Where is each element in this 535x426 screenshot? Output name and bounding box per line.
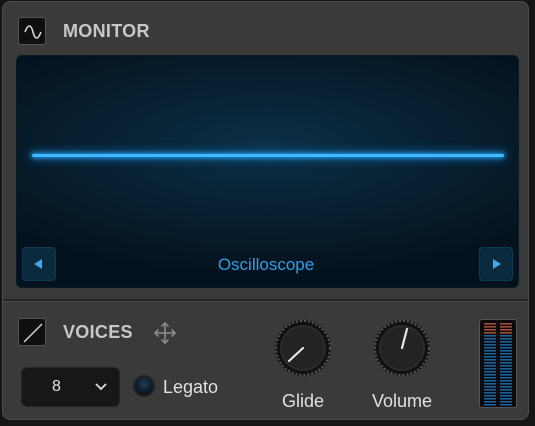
oscilloscope-display: Oscilloscope	[16, 55, 519, 288]
voices-title: VOICES	[63, 322, 133, 342]
meter-segment	[500, 377, 512, 379]
meter-segment	[500, 389, 512, 391]
meter-segment	[484, 341, 496, 343]
meter-segment	[500, 353, 512, 355]
meter-segment	[500, 341, 512, 343]
meter-segment	[500, 326, 512, 328]
meter-segment	[484, 374, 496, 376]
move-arrows-icon[interactable]	[149, 317, 181, 349]
meter-segment	[500, 356, 512, 358]
meter-segment	[500, 374, 512, 376]
meter-segment	[484, 392, 496, 394]
meter-segment	[484, 344, 496, 346]
waveform-trace	[32, 154, 504, 157]
meter-segment	[500, 392, 512, 394]
meter-segment	[484, 326, 496, 328]
legato-label: Legato	[163, 377, 219, 397]
volume-label: Volume	[371, 391, 433, 411]
meter-segment	[484, 386, 496, 388]
glide-label: Glide	[281, 391, 325, 411]
legato-toggle[interactable]	[135, 377, 153, 395]
meter-segment	[484, 356, 496, 358]
meter-segment	[500, 338, 512, 340]
volume-knob[interactable]	[372, 318, 432, 378]
display-mode-label[interactable]: Oscilloscope	[166, 255, 366, 275]
meter-segment	[500, 395, 512, 397]
meter-segment	[484, 323, 496, 325]
meter-segment	[484, 332, 496, 334]
chevron-down-icon	[95, 383, 107, 391]
meter-segment	[484, 359, 496, 361]
meter-segment	[484, 368, 496, 370]
meter-segment	[500, 380, 512, 382]
meter-segment	[500, 401, 512, 403]
meter-segment	[500, 323, 512, 325]
meter-segment	[484, 401, 496, 403]
display-next-button[interactable]	[479, 247, 513, 281]
section-divider	[3, 299, 528, 302]
meter-segment	[500, 371, 512, 373]
meter-segment	[484, 362, 496, 364]
meter-segment	[484, 353, 496, 355]
meter-segment	[484, 389, 496, 391]
diagonal-line-icon[interactable]	[18, 318, 46, 346]
meter-segment	[484, 404, 496, 406]
meter-segment	[484, 395, 496, 397]
meter-segment	[500, 386, 512, 388]
meter-segment	[500, 383, 512, 385]
voices-count-value: 8	[52, 378, 61, 395]
meter-segment	[484, 383, 496, 385]
synth-panel: MONITOR Oscilloscope VOICES 8 Legato Gli…	[2, 1, 529, 420]
glide-knob[interactable]	[273, 318, 333, 378]
meter-segment	[484, 380, 496, 382]
meter-segment	[484, 398, 496, 400]
meter-segment	[500, 335, 512, 337]
output-level-meter	[479, 319, 517, 408]
sine-wave-icon[interactable]	[18, 17, 46, 45]
meter-segment	[500, 404, 512, 406]
meter-segment	[484, 347, 496, 349]
meter-segment	[500, 350, 512, 352]
meter-segment	[484, 377, 496, 379]
triangle-right-icon	[493, 259, 501, 269]
meter-segment	[484, 365, 496, 367]
meter-segment	[484, 329, 496, 331]
meter-segment	[500, 332, 512, 334]
monitor-title: MONITOR	[63, 21, 150, 41]
meter-segment	[500, 347, 512, 349]
display-prev-button[interactable]	[22, 247, 56, 281]
triangle-left-icon	[34, 259, 42, 269]
meter-segment	[500, 365, 512, 367]
meter-segment	[500, 362, 512, 364]
meter-segment	[500, 368, 512, 370]
meter-segment	[500, 344, 512, 346]
meter-segment	[484, 371, 496, 373]
meter-segment	[484, 338, 496, 340]
meter-segment	[484, 335, 496, 337]
meter-segment	[484, 350, 496, 352]
voices-count-select[interactable]: 8	[21, 367, 120, 407]
meter-segment	[500, 329, 512, 331]
meter-segment	[500, 398, 512, 400]
meter-segment	[500, 359, 512, 361]
